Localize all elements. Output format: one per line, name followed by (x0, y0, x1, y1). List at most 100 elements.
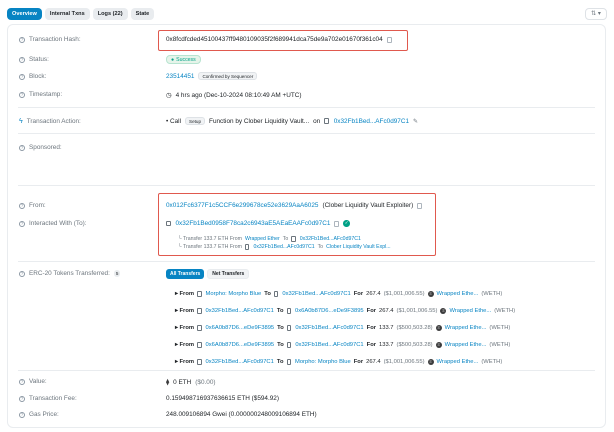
transfer-to-link[interactable]: 0x6A0b87D6...eDe9F3895 (295, 308, 364, 314)
transfer-from-link[interactable]: 0x32Fb1Bed...AFc0d97C1 (206, 308, 274, 314)
contract-icon (197, 291, 202, 297)
help-icon: ? (19, 411, 25, 418)
tab-logs[interactable]: Logs (22) (92, 8, 128, 20)
status-badge: ● Success (166, 55, 201, 64)
contract-icon (324, 118, 329, 124)
row-for-label: For (366, 325, 376, 331)
row-from-label: ▸ From (175, 325, 195, 331)
more-options-button[interactable]: ⇅ ▾ (585, 8, 607, 20)
timestamp-value: ◷ 4 hrs ago (Dec-10-2024 08:10:49 AM +UT… (166, 91, 302, 100)
block-number-link[interactable]: 23514451 (166, 73, 194, 80)
row-to-label: To (276, 308, 284, 314)
contract-icon (286, 359, 291, 365)
transfer-amount: 133.7 (379, 342, 394, 348)
transfer-from-link[interactable]: 0x32Fb1Bed...AFc0d97C1 (206, 359, 274, 365)
transfer-usd-value: ($1,001,006.55) (396, 308, 438, 314)
transfer-to-link[interactable]: Morpho: Morpho Blue (295, 359, 351, 365)
contract-icon (286, 342, 292, 348)
weth-token-icon: Ξ (435, 342, 442, 348)
erc20-transfer-row: ▸ From 0x6A0b87D6...eDe9F3895 To 0x32Fb1Bed… (175, 342, 510, 348)
token-symbol: (WETH) (481, 291, 503, 297)
row-for-label: For (366, 308, 376, 314)
weth-token-icon: Ξ (427, 291, 434, 297)
timestamp-label: ? Timestamp: (19, 91, 63, 98)
block-value: 23514451 Confirmed by Sequencer (166, 72, 258, 80)
transfer-from-link[interactable]: 0x6A0b87D6...eDe9F3895 (206, 325, 275, 331)
row-from-label: ▸ From (175, 308, 195, 314)
transfer-usd-value: ($1,001,006.55) (383, 291, 425, 297)
token-symbol: (WETH) (494, 308, 516, 314)
erc20-transfer-row: ▸ From 0x32Fb1Bed...AFc0d97C1 To Morpho: Mo… (175, 359, 502, 365)
transfer-amount: 267.4 (366, 291, 381, 297)
tab-state[interactable]: State (130, 8, 155, 20)
help-icon: ? (19, 395, 25, 402)
row-from-label: ▸ From (175, 359, 195, 365)
erc20-transfer-row: ▸ From Morpho: Morpho Blue To 0x32Fb1Bed...… (175, 291, 502, 297)
transfer-usd-value: ($1,001,006.55) (383, 359, 425, 365)
row-to-label: To (277, 325, 284, 331)
tx-hash-highlight-box (158, 30, 408, 51)
from-label: ? From: (19, 202, 46, 209)
help-icon: ? (19, 91, 25, 98)
token-link[interactable]: Wrapped Ethe... (445, 342, 487, 348)
help-icon: ? (19, 220, 25, 227)
erc20-count-badge: 5 (113, 270, 121, 277)
row-to-label: To (264, 291, 271, 297)
row-from-label: ▸ From (175, 342, 195, 348)
weth-token-icon: Ξ (435, 325, 442, 331)
weth-token-icon: Ξ (427, 359, 434, 365)
transfer-to-link[interactable]: 0x32Fb1Bed...AFc0d97C1 (295, 342, 363, 348)
action-contract-link[interactable]: 0x32Fb1Bed...AFc0d97C1 (334, 118, 409, 125)
transfer-to-link[interactable]: 0x32Fb1Bed...AFc0d97C1 (282, 291, 350, 297)
transfer-to-link[interactable]: 0x32Fb1Bed...AFc0d97C1 (295, 325, 363, 331)
contract-icon (286, 325, 292, 331)
help-icon: ? (19, 378, 25, 385)
transfer-from-link[interactable]: 0x6A0b87D6...eDe9F3895 (206, 342, 275, 348)
row-for-label: For (353, 359, 364, 365)
divider (18, 370, 595, 371)
transfer-amount: 133.7 (379, 325, 394, 331)
token-link[interactable]: Wrapped Ethe... (437, 359, 479, 365)
fee-label: ? Transaction Fee: (19, 395, 77, 402)
erc20-label: ? ERC-20 Tokens Transferred: 5 (19, 270, 121, 277)
transfer-from-link[interactable]: Morpho: Morpho Blue (206, 291, 262, 297)
status-label: ? Status: (19, 56, 49, 63)
erc20-transfer-row: ▸ From 0x6A0b87D6...eDe9F3895 To 0x32Fb1Bed… (175, 325, 510, 331)
tab-overview[interactable]: Overview (7, 8, 42, 20)
token-link[interactable]: Wrapped Ethe... (437, 291, 479, 297)
token-symbol: (WETH) (489, 325, 511, 331)
divider (18, 261, 595, 262)
tx-action-value: • Call Setup Function by Clober Liquidit… (166, 117, 419, 125)
row-from-label: ▸ From (175, 291, 195, 297)
sponsored-label: ? Sponsored: (19, 144, 62, 151)
tab-internal-txns[interactable]: Internal Txns (44, 8, 90, 20)
block-label: ? Block: (19, 73, 47, 80)
contract-icon (197, 359, 202, 365)
fee-value: 0.159498716937636615 ETH ($594.92) (166, 395, 279, 402)
token-link[interactable]: Wrapped Ethe... (445, 325, 487, 331)
help-icon: ? (19, 270, 25, 277)
help-icon: ? (19, 73, 25, 80)
gas-price-label: ? Gas Price: (19, 411, 59, 418)
edit-pencil-icon[interactable]: ✎ (413, 118, 418, 125)
row-to-label: To (277, 342, 284, 348)
row-for-label: For (366, 342, 376, 348)
interacted-with-label: ? Interacted With (To): (19, 220, 87, 227)
token-symbol: (WETH) (481, 359, 503, 365)
all-transfers-tab[interactable]: All Transfers (166, 269, 205, 279)
contract-icon (286, 308, 291, 314)
token-link[interactable]: Wrapped Ethe... (449, 308, 491, 314)
tab-bar: Overview Internal Txns Logs (22) State (7, 8, 155, 20)
status-value: ● Success (166, 55, 201, 64)
weth-token-icon: Ξ (440, 308, 447, 314)
help-icon: ? (19, 36, 25, 43)
net-transfers-tab[interactable]: Net Transfers (207, 269, 250, 279)
contract-icon (197, 308, 202, 314)
confirmed-badge: Confirmed by Sequencer (198, 72, 258, 80)
row-to-label: To (276, 359, 284, 365)
transfer-view-toggle: All Transfers Net Transfers (166, 269, 250, 279)
tx-action-label: ϟ Transaction Action: (19, 118, 81, 125)
contract-icon (273, 291, 279, 297)
transaction-overview-card: ? Transaction Hash: 0x8fcdfcded45100437f… (7, 24, 606, 428)
divider (18, 185, 595, 186)
